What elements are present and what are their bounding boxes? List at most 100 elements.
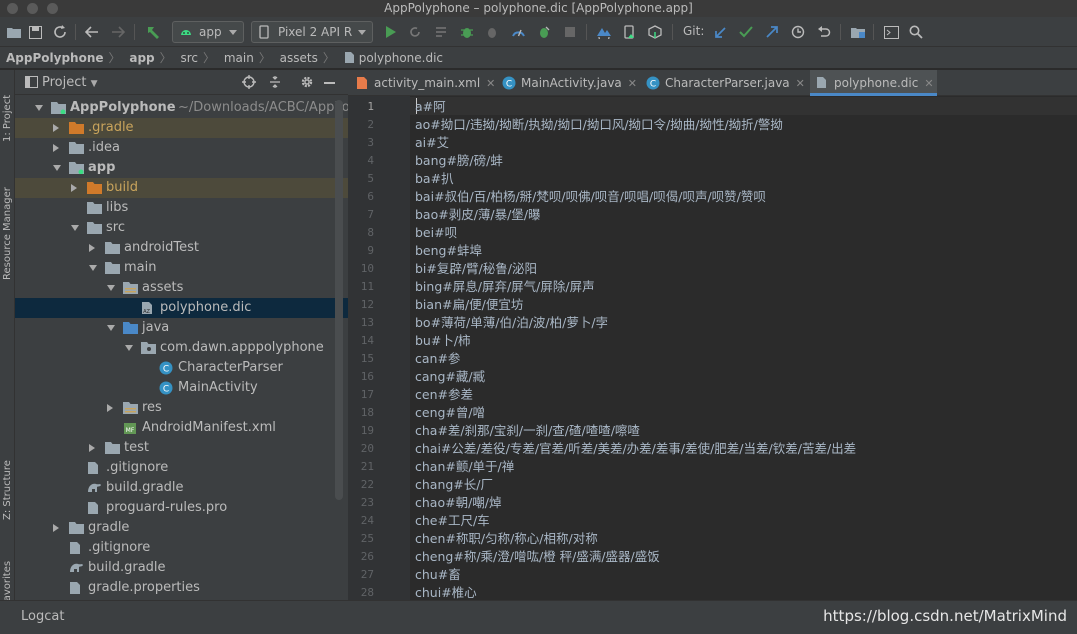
- code-line[interactable]: bao#剥皮/薄/暴/堡/曝: [415, 206, 541, 224]
- resource-manager-tab[interactable]: Resource Manager: [0, 174, 15, 294]
- search-icon[interactable]: [906, 22, 926, 42]
- tree-item-java[interactable]: java: [15, 318, 348, 338]
- tree-item-mainactivity[interactable]: C MainActivity: [15, 378, 348, 398]
- profile-gauge-icon[interactable]: [508, 22, 528, 42]
- make-project-hammer-icon[interactable]: [143, 22, 163, 42]
- breadcrumb-src[interactable]: src: [180, 47, 198, 69]
- debug-android-process-icon[interactable]: [534, 22, 554, 42]
- apply-code-changes-icon[interactable]: [431, 22, 451, 42]
- apply-changes-icon[interactable]: [405, 22, 425, 42]
- save-all-icon[interactable]: [25, 22, 45, 42]
- tree-item-gitignore[interactable]: .gitignore: [15, 538, 348, 558]
- tab-character-parser[interactable]: C CharacterParser.java ✕: [646, 70, 806, 96]
- run-configuration-select[interactable]: app: [172, 21, 244, 43]
- stop-icon[interactable]: [560, 22, 580, 42]
- code-line[interactable]: cha#差/刹那/宝刹/一刹/查/碴/喳喳/嚓喳: [415, 422, 640, 440]
- tree-item-gradle-properties[interactable]: gradle.properties: [15, 578, 348, 598]
- close-tab-icon[interactable]: ✕: [486, 77, 495, 90]
- project-tool-window-tab[interactable]: 1: Project: [0, 78, 15, 158]
- zoom-window-button[interactable]: [47, 3, 58, 14]
- code-line[interactable]: chao#朝/嘲/焯: [415, 494, 502, 512]
- close-window-button[interactable]: [7, 3, 18, 14]
- tree-item-androidmanifest-xml[interactable]: MF AndroidManifest.xml: [15, 418, 348, 438]
- expand-arrow-icon[interactable]: [125, 345, 133, 351]
- close-tab-icon[interactable]: ✕: [628, 77, 637, 90]
- open-folder-icon[interactable]: [4, 22, 24, 42]
- tree-item-build-gradle[interactable]: build.gradle: [15, 478, 348, 498]
- close-tab-icon[interactable]: ✕: [796, 77, 805, 90]
- collapse-arrow-icon[interactable]: [71, 184, 77, 192]
- settings-gear-icon[interactable]: [300, 75, 314, 89]
- tree-item-characterparser[interactable]: C CharacterParser: [15, 358, 348, 378]
- expand-arrow-icon[interactable]: [35, 105, 43, 111]
- code-line[interactable]: chai#公差/差役/专差/官差/听差/美差/办差/差事/差使/肥差/当差/钦差…: [415, 440, 856, 458]
- expand-arrow-icon[interactable]: [53, 165, 61, 171]
- expand-arrow-icon[interactable]: [107, 325, 115, 331]
- close-tab-icon[interactable]: ✕: [924, 77, 933, 90]
- code-line[interactable]: bian#扁/便/便宜坊: [415, 296, 523, 314]
- back-arrow-icon[interactable]: [82, 22, 102, 42]
- code-line[interactable]: chu#畜: [415, 566, 461, 584]
- tree-item-gradle[interactable]: gradle: [15, 518, 348, 538]
- code-line[interactable]: bei#呗: [415, 224, 457, 242]
- git-update-arrow-icon[interactable]: [710, 22, 730, 42]
- avd-manager-icon[interactable]: [619, 22, 639, 42]
- tree-item-polyphone-dic[interactable]: AZ polyphone.dic: [15, 298, 348, 318]
- code-line[interactable]: chang#长/厂: [415, 476, 493, 494]
- locate-target-icon[interactable]: [242, 75, 256, 89]
- project-structure-icon[interactable]: [848, 22, 868, 42]
- code-line[interactable]: bang#膀/磅/蚌: [415, 152, 503, 170]
- tree-item-androidtest[interactable]: androidTest: [15, 238, 348, 258]
- collapse-arrow-icon[interactable]: [89, 244, 95, 252]
- tree-item-build-gradle[interactable]: build.gradle: [15, 558, 348, 578]
- collapse-arrow-icon[interactable]: [107, 404, 113, 412]
- device-select[interactable]: Pixel 2 API R: [251, 21, 373, 43]
- code-line[interactable]: cen#参差: [415, 386, 473, 404]
- hide-panel-icon[interactable]: [324, 82, 335, 84]
- code-line[interactable]: che#工尺/车: [415, 512, 490, 530]
- collapse-arrow-icon[interactable]: [53, 144, 59, 152]
- tree-item-gitignore[interactable]: .gitignore: [15, 458, 348, 478]
- tree-item-com-dawn-apppolyphone[interactable]: com.dawn.apppolyphone: [15, 338, 348, 358]
- code-editor[interactable]: a#阿 ao#拗口/违拗/拗断/执拗/拗口/拗口风/拗口令/拗曲/拗性/拗折/警拗…: [410, 96, 1077, 600]
- tab-main-activity[interactable]: C MainActivity.java ✕: [502, 70, 640, 96]
- tree-item-proguard-rules-pro[interactable]: proguard-rules.pro: [15, 498, 348, 518]
- git-commit-check-icon[interactable]: [736, 22, 756, 42]
- code-line[interactable]: beng#蚌埠: [415, 242, 482, 260]
- minimize-window-button[interactable]: [27, 3, 38, 14]
- project-scrollbar[interactable]: [335, 100, 343, 500]
- tree-item-libs[interactable]: libs: [15, 198, 348, 218]
- expand-arrow-icon[interactable]: [71, 225, 79, 231]
- tree-item-idea[interactable]: .idea: [15, 138, 348, 158]
- forward-arrow-icon[interactable]: [108, 22, 128, 42]
- sync-gradle-icon[interactable]: [594, 22, 614, 42]
- code-line[interactable]: bi#复辟/臂/秘鲁/泌阳: [415, 260, 537, 278]
- code-line[interactable]: bu#卜/柿: [415, 332, 471, 350]
- tree-item-assets[interactable]: assets: [15, 278, 348, 298]
- structure-tab[interactable]: Z: Structure: [0, 450, 15, 530]
- tree-item-test[interactable]: test: [15, 438, 348, 458]
- code-line[interactable]: bing#屏息/屏弃/屏气/屏除/屏声: [415, 278, 595, 296]
- tab-polyphone-dic[interactable]: polyphone.dic ✕: [810, 70, 937, 96]
- sync-icon[interactable]: [50, 22, 70, 42]
- breadcrumb-project[interactable]: AppPolyphone: [6, 47, 104, 69]
- git-rollback-icon[interactable]: [814, 22, 834, 42]
- attach-debugger-icon[interactable]: [483, 22, 503, 42]
- breadcrumb-app[interactable]: app: [129, 47, 154, 69]
- breadcrumb-assets[interactable]: assets: [280, 47, 318, 69]
- tree-item-app[interactable]: app: [15, 158, 348, 178]
- code-line[interactable]: ao#拗口/违拗/拗断/执拗/拗口/拗口风/拗口令/拗曲/拗性/拗折/警拗: [415, 116, 783, 134]
- breadcrumb-file[interactable]: polyphone.dic: [344, 47, 443, 69]
- code-line[interactable]: can#参: [415, 350, 460, 368]
- collapse-arrow-icon[interactable]: [53, 524, 59, 532]
- project-panel-title[interactable]: Project ▼: [42, 75, 98, 90]
- collapse-arrow-icon[interactable]: [53, 124, 59, 132]
- expand-arrow-icon[interactable]: [89, 265, 97, 271]
- tree-item-src[interactable]: src: [15, 218, 348, 238]
- code-line[interactable]: ceng#曾/噌: [415, 404, 485, 422]
- code-line[interactable]: cang#藏/臧: [415, 368, 485, 386]
- code-line[interactable]: bo#薄荷/单薄/伯/泊/波/柏/萝卜/孛: [415, 314, 608, 332]
- git-push-icon[interactable]: [762, 22, 782, 42]
- code-line[interactable]: chen#称职/匀称/称心/相称/对称: [415, 530, 598, 548]
- code-line[interactable]: bai#叔伯/百/柏杨/掰/梵呗/呗佛/呗音/呗唱/呗偈/呗声/呗赞/赞呗: [415, 188, 766, 206]
